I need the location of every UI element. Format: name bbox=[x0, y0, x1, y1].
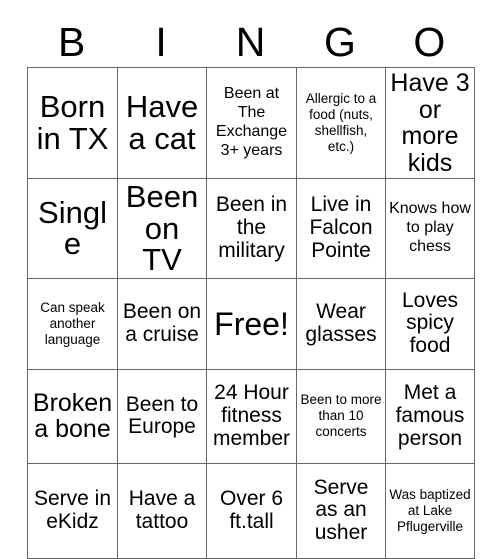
bingo-card: B I N G O Born in TX Have a cat Been at … bbox=[0, 0, 500, 559]
bingo-row: Born in TX Have a cat Been at The Exchan… bbox=[27, 67, 475, 179]
header-letter-o: O bbox=[413, 18, 446, 65]
bingo-square[interactable]: Been at The Exchange 3+ years bbox=[206, 67, 297, 179]
bingo-row: Can speak another language Been on a cru… bbox=[27, 277, 475, 370]
bingo-free-space[interactable]: Free! bbox=[206, 277, 297, 370]
bingo-square[interactable]: Live in Falcon Pointe bbox=[296, 178, 386, 279]
bingo-square[interactable]: Single bbox=[27, 178, 118, 279]
bingo-square[interactable]: Was baptized at Lake Pflugerville bbox=[385, 462, 475, 559]
bingo-square[interactable]: Been to more than 10 concerts bbox=[296, 368, 386, 464]
bingo-square[interactable]: Can speak another language bbox=[27, 277, 118, 370]
bingo-square[interactable]: Have a tattoo bbox=[117, 462, 207, 559]
bingo-square[interactable]: Have 3 or more kids bbox=[385, 67, 475, 179]
header-letter-b: B bbox=[58, 18, 86, 65]
bingo-square[interactable]: Loves spicy food bbox=[385, 277, 475, 370]
bingo-square[interactable]: Been in the military bbox=[206, 178, 297, 279]
bingo-square[interactable]: Knows how to play chess bbox=[385, 178, 475, 279]
bingo-square[interactable]: Been to Europe bbox=[117, 368, 207, 464]
bingo-square[interactable]: Over 6 ft.tall bbox=[206, 462, 297, 559]
bingo-square[interactable]: Been on a cruise bbox=[117, 277, 207, 370]
header-letter-n: N bbox=[235, 18, 266, 65]
bingo-square[interactable]: Serve in eKidz bbox=[27, 462, 118, 559]
bingo-grid: Born in TX Have a cat Been at The Exchan… bbox=[27, 67, 475, 559]
bingo-square[interactable]: Broken a bone bbox=[27, 368, 118, 464]
bingo-square[interactable]: Met a famous person bbox=[385, 368, 475, 464]
bingo-square[interactable]: Wear glasses bbox=[296, 277, 386, 370]
bingo-square[interactable]: 24 Hour fitness member bbox=[206, 368, 297, 464]
bingo-row: Broken a bone Been to Europe 24 Hour fit… bbox=[27, 368, 475, 464]
header-letter-i: I bbox=[155, 18, 167, 65]
bingo-row: Single Been on TV Been in the military L… bbox=[27, 178, 475, 279]
bingo-square[interactable]: Allergic to a food (nuts, shellfish, etc… bbox=[296, 67, 386, 179]
bingo-square[interactable]: Been on TV bbox=[117, 178, 207, 279]
header-letter-g: G bbox=[323, 18, 356, 65]
bingo-row: Serve in eKidz Have a tattoo Over 6 ft.t… bbox=[27, 462, 475, 559]
bingo-header: B I N G O bbox=[27, 18, 474, 66]
bingo-square[interactable]: Serve as an usher bbox=[296, 462, 386, 559]
bingo-square[interactable]: Have a cat bbox=[117, 67, 207, 179]
bingo-square[interactable]: Born in TX bbox=[27, 67, 118, 179]
